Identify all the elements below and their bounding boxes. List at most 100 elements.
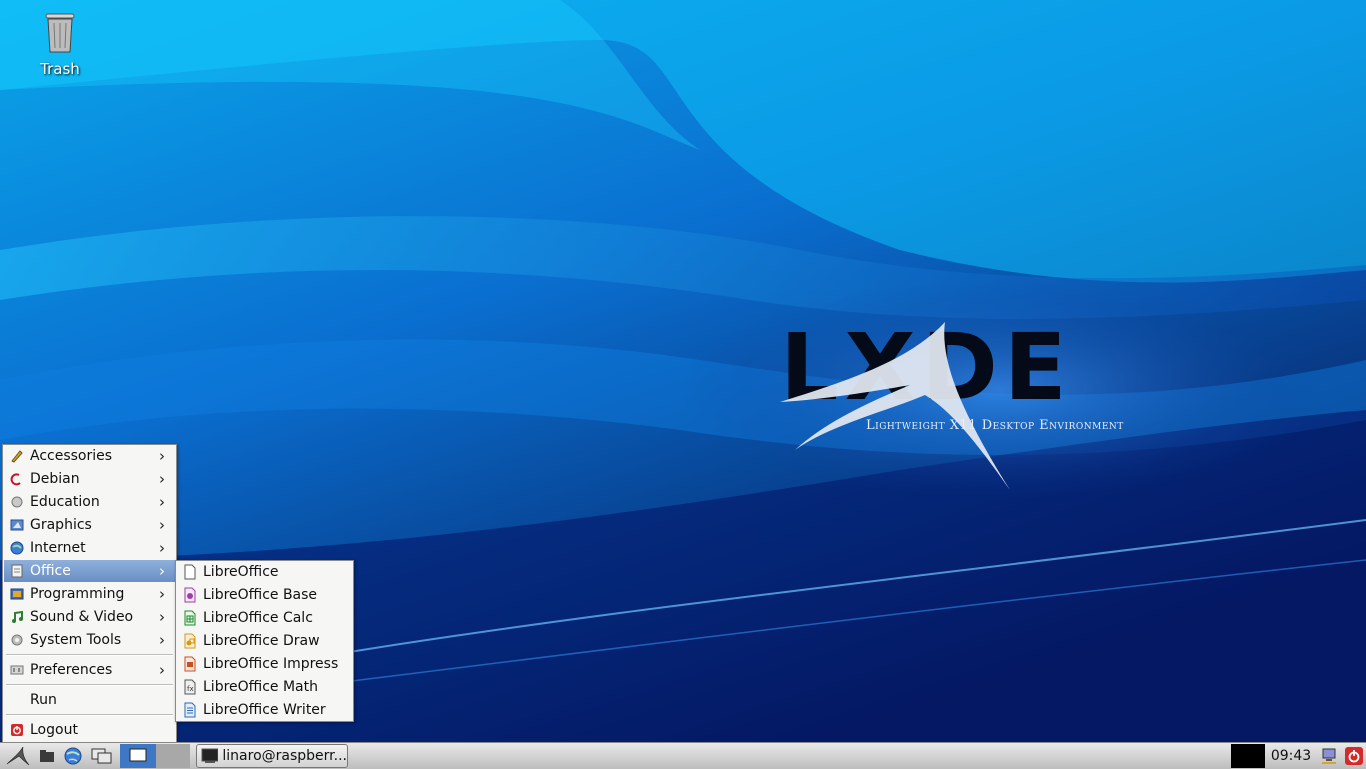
submenu-item-label: LibreOffice Draw <box>203 633 320 649</box>
lxde-logo: LXDE Lightweight X11 Desktop Environment <box>740 300 1200 500</box>
power-icon <box>1345 747 1363 765</box>
submenu-item-libreoffice-impress[interactable]: LibreOffice Impress <box>177 653 352 675</box>
web-browser-launcher[interactable] <box>62 745 84 767</box>
network-tray[interactable] <box>1318 745 1340 767</box>
submenu-item-libreoffice-writer[interactable]: LibreOffice Writer <box>177 699 352 721</box>
menu-item-label: Run <box>30 692 57 708</box>
desktop-pager-1[interactable] <box>120 744 156 768</box>
logout-icon <box>9 722 25 738</box>
menu-launcher-button[interactable] <box>4 745 32 767</box>
internet-icon <box>9 540 25 556</box>
chevron-right-icon: › <box>159 516 165 534</box>
terminal-icon <box>201 748 219 763</box>
globe-icon <box>64 747 82 765</box>
desktop-pager-2[interactable] <box>156 744 190 768</box>
submenu-item-libreoffice[interactable]: LibreOffice <box>177 561 352 583</box>
chevron-right-icon: › <box>159 470 165 488</box>
taskbar-window-title: linaro@raspberr... <box>222 748 347 764</box>
menu-item-system-tools[interactable]: System Tools › <box>4 629 175 651</box>
chevron-right-icon: › <box>159 661 165 679</box>
sound-video-icon <box>9 609 25 625</box>
submenu-item-libreoffice-math[interactable]: fx LibreOffice Math <box>177 676 352 698</box>
chevron-right-icon: › <box>159 493 165 511</box>
menu-item-internet[interactable]: Internet › <box>4 537 175 559</box>
menu-item-label: System Tools <box>30 632 122 648</box>
submenu-item-label: LibreOffice <box>203 564 279 580</box>
libreoffice-base-icon <box>182 587 198 603</box>
libreoffice-math-icon: fx <box>182 679 198 695</box>
submenu-item-label: LibreOffice Base <box>203 587 318 603</box>
libreoffice-icon <box>182 564 198 580</box>
libreoffice-calc-icon <box>182 610 198 626</box>
accessories-icon <box>9 448 25 464</box>
network-icon <box>1322 748 1336 764</box>
chevron-right-icon: › <box>159 608 165 626</box>
svg-text:fx: fx <box>187 685 194 693</box>
menu-item-label: Logout <box>30 722 78 738</box>
windows-icon <box>91 748 112 764</box>
submenu-item-libreoffice-draw[interactable]: LibreOffice Draw <box>177 630 352 652</box>
menu-item-label: Programming <box>30 586 125 602</box>
submenu-item-label: LibreOffice Math <box>203 679 318 695</box>
lxde-menu-icon <box>6 746 30 766</box>
window-switcher-launcher[interactable] <box>90 745 114 767</box>
graphics-icon <box>9 517 25 533</box>
menu-item-label: Education <box>30 494 100 510</box>
submenu-item-libreoffice-base[interactable]: LibreOffice Base <box>177 584 352 606</box>
logo-swoosh-graphic <box>780 322 1010 490</box>
menu-item-label: Graphics <box>30 517 92 533</box>
chevron-right-icon: › <box>159 631 165 649</box>
preferences-icon <box>9 662 25 678</box>
libreoffice-impress-icon <box>182 656 198 672</box>
menu-item-debian[interactable]: Debian › <box>4 468 175 490</box>
menu-item-office[interactable]: Office › <box>4 560 175 582</box>
menu-item-label: Debian <box>30 471 80 487</box>
trash-icon <box>45 13 75 53</box>
menu-item-logout[interactable]: Logout <box>4 719 175 741</box>
menu-item-education[interactable]: Education › <box>4 491 175 513</box>
chevron-right-icon: › <box>159 539 165 557</box>
menu-item-run[interactable]: Run <box>4 689 175 711</box>
menu-item-label: Accessories <box>30 448 113 464</box>
application-menu: Accessories › Debian › Education › Graph… <box>2 444 177 744</box>
trash-desktop-icon[interactable]: Trash <box>30 10 90 78</box>
logout-tray-button[interactable] <box>1344 745 1364 767</box>
libreoffice-draw-icon <box>182 633 198 649</box>
file-manager-launcher[interactable] <box>38 745 58 767</box>
menu-separator <box>6 714 173 716</box>
debian-icon <box>9 471 25 487</box>
menu-item-graphics[interactable]: Graphics › <box>4 514 175 536</box>
menu-item-label: Sound & Video <box>30 609 134 625</box>
submenu-item-label: LibreOffice Writer <box>203 702 326 718</box>
menu-item-sound-video[interactable]: Sound & Video › <box>4 606 175 628</box>
education-icon <box>9 494 25 510</box>
workspace-window-icon <box>129 748 147 762</box>
folder-icon <box>40 750 54 762</box>
run-icon <box>9 692 25 708</box>
logo-tagline: Lightweight X11 Desktop Environment <box>866 418 1124 433</box>
taskbar-window-button[interactable]: linaro@raspberr... <box>196 744 348 768</box>
chevron-right-icon: › <box>159 447 165 465</box>
libreoffice-writer-icon <box>182 702 198 718</box>
menu-item-label: Internet <box>30 540 86 556</box>
submenu-item-label: LibreOffice Impress <box>203 656 339 672</box>
menu-item-preferences[interactable]: Preferences › <box>4 659 175 681</box>
menu-separator <box>6 654 173 656</box>
menu-item-label: Preferences <box>30 662 113 678</box>
chevron-right-icon: › <box>159 562 165 580</box>
chevron-right-icon: › <box>159 585 165 603</box>
cpu-monitor[interactable] <box>1231 744 1265 768</box>
programming-icon <box>9 586 25 602</box>
menu-item-label: Office <box>30 563 71 579</box>
clock[interactable]: 09:43 <box>1268 746 1314 766</box>
office-icon <box>9 563 25 579</box>
office-submenu: LibreOffice LibreOffice Base LibreOffice… <box>175 560 354 722</box>
submenu-item-label: LibreOffice Calc <box>203 610 313 626</box>
system-tools-icon <box>9 632 25 648</box>
menu-item-accessories[interactable]: Accessories › <box>4 445 175 467</box>
trash-label: Trash <box>40 60 80 78</box>
submenu-item-libreoffice-calc[interactable]: LibreOffice Calc <box>177 607 352 629</box>
menu-separator <box>6 684 173 686</box>
taskbar: linaro@raspberr... 09:43 <box>0 742 1366 769</box>
menu-item-programming[interactable]: Programming › <box>4 583 175 605</box>
